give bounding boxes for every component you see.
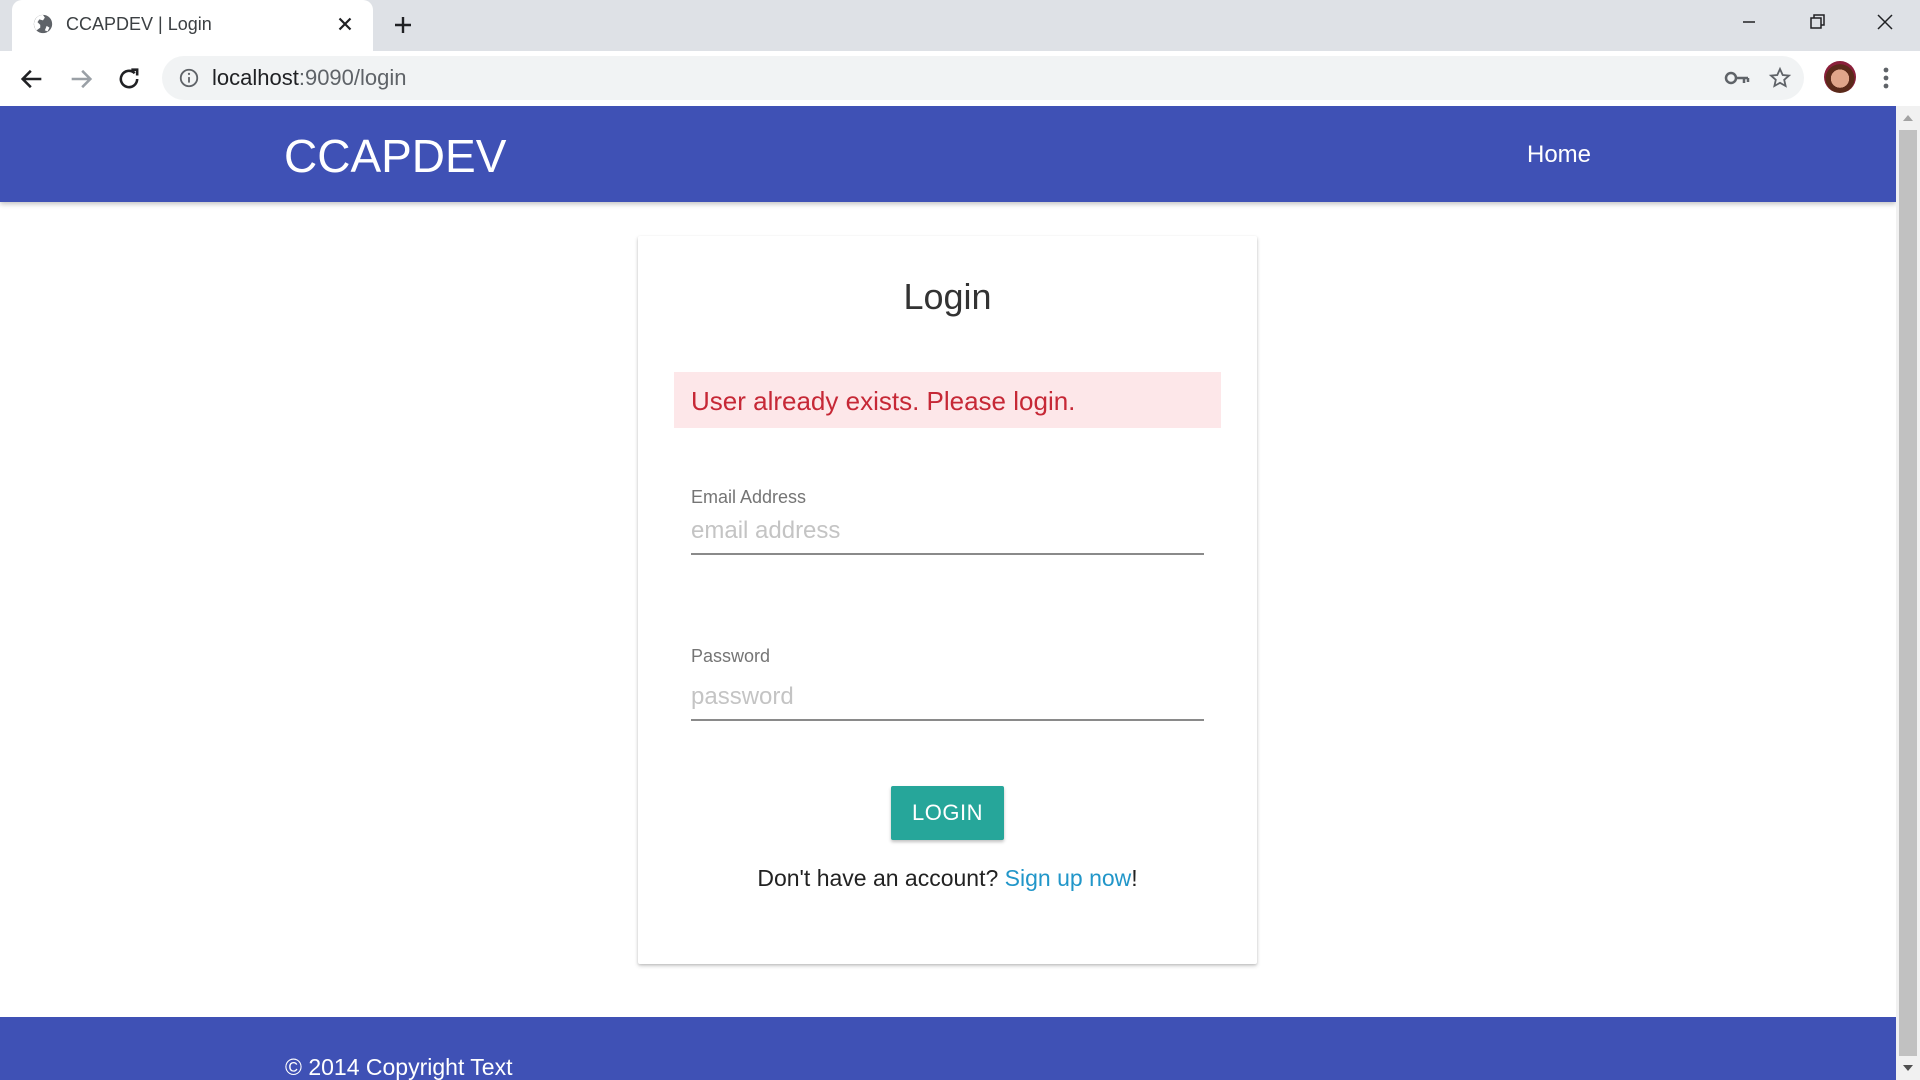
footer-copyright: © 2014 Copyright Text [285, 1054, 513, 1080]
avatar[interactable] [1824, 61, 1856, 93]
scroll-down-icon[interactable] [1896, 1058, 1920, 1078]
url-path: :9090/login [298, 65, 407, 90]
page-title: Login [903, 276, 992, 317]
site-footer: © 2014 Copyright Text [0, 1017, 1896, 1080]
close-window-icon[interactable] [1868, 8, 1902, 36]
close-tab-icon[interactable] [334, 13, 356, 35]
login-card: Login User already exists. Please login.… [638, 236, 1257, 964]
address-bar[interactable]: localhost:9090/login [162, 56, 1804, 100]
url-text: localhost:9090/login [212, 66, 407, 90]
scrollbar-thumb[interactable] [1899, 130, 1917, 1056]
browser-tabstrip: CCAPDEV | Login [0, 0, 1920, 51]
key-icon[interactable] [1724, 67, 1750, 89]
login-button[interactable]: LOGIN [891, 786, 1004, 840]
tab-title: CCAPDEV | Login [66, 14, 212, 34]
signup-suffix: ! [1131, 865, 1138, 891]
globe-icon [33, 14, 53, 34]
scrollbar[interactable] [1896, 106, 1920, 1080]
password-field[interactable] [691, 675, 1204, 721]
new-tab-icon[interactable] [391, 13, 415, 37]
back-arrow-icon[interactable] [18, 65, 46, 93]
url-host: localhost [212, 65, 299, 90]
site-navbar: CCAPDEV Home [0, 106, 1896, 202]
alert-message: User already exists. Please login. [691, 386, 1076, 416]
scroll-up-icon[interactable] [1896, 108, 1920, 128]
minimize-icon[interactable] [1732, 8, 1766, 36]
brand-logo[interactable]: CCAPDEV [284, 130, 506, 182]
password-label: Password [691, 646, 771, 666]
signup-link[interactable]: Sign up now [1005, 865, 1132, 891]
page-viewport: CCAPDEV Home Login User already exists. … [0, 106, 1896, 1080]
nav-home-link[interactable]: Home [1527, 140, 1591, 170]
more-menu-icon[interactable] [1874, 65, 1898, 91]
email-label: Email Address [691, 487, 807, 507]
signup-prompt: Don't have an account? Sign up now! [638, 864, 1257, 892]
email-field[interactable] [691, 509, 1204, 555]
info-icon[interactable] [178, 67, 200, 89]
reload-icon[interactable] [115, 65, 143, 93]
signup-prefix: Don't have an account? [757, 865, 1005, 891]
restore-icon[interactable] [1800, 8, 1834, 36]
star-icon[interactable] [1768, 66, 1792, 90]
browser-tab[interactable]: CCAPDEV | Login [12, 0, 373, 51]
error-alert: User already exists. Please login. [674, 372, 1221, 428]
browser-toolbar: localhost:9090/login [0, 51, 1920, 106]
forward-arrow-icon[interactable] [67, 65, 95, 93]
